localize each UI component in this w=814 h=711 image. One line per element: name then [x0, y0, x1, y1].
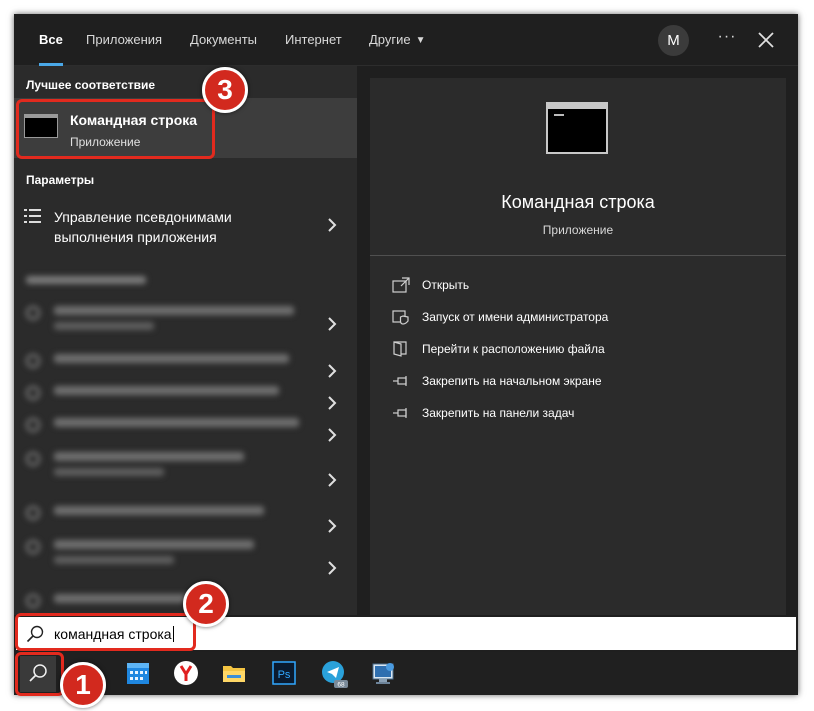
- web-result-row[interactable]: [14, 412, 357, 442]
- action-label: Перейти к расположению файла: [422, 342, 605, 356]
- more-options-button[interactable]: ···: [714, 27, 740, 53]
- tab-other[interactable]: Другие ▼: [369, 14, 426, 66]
- taskbar: Ps 68: [14, 652, 798, 695]
- search-icon: [26, 594, 40, 608]
- settings-heading: Параметры: [26, 173, 95, 187]
- best-match-heading: Лучшее соответствие: [26, 78, 156, 92]
- chevron-right-icon[interactable]: [327, 427, 337, 443]
- tab-documents[interactable]: Документы: [190, 14, 257, 66]
- highlight-best-match: [16, 99, 215, 159]
- web-result-row[interactable]: [14, 300, 357, 330]
- account-avatar[interactable]: M: [658, 25, 689, 56]
- action-open-file-location[interactable]: Перейти к расположению файла: [392, 339, 772, 361]
- step-3-callout: 3: [202, 67, 248, 113]
- svg-text:Ps: Ps: [278, 669, 291, 681]
- search-icon: [26, 386, 40, 400]
- close-icon: [758, 32, 774, 48]
- close-button[interactable]: [754, 28, 778, 52]
- remote-desktop-icon[interactable]: [368, 657, 400, 689]
- search-icon: [26, 452, 40, 466]
- settings-item-label: Управление псевдонимами выполнения прило…: [54, 209, 232, 245]
- open-icon: [392, 277, 410, 293]
- action-open[interactable]: Открыть: [392, 275, 772, 297]
- pin-icon: [393, 376, 407, 386]
- web-result-row[interactable]: [14, 534, 357, 564]
- search-icon: [26, 418, 40, 432]
- calendar-icon[interactable]: [122, 657, 154, 689]
- preview-header: Командная строка Приложение: [370, 78, 786, 256]
- step-2-callout: 2: [183, 581, 229, 627]
- web-result-row[interactable]: [14, 380, 357, 410]
- search-icon: [26, 354, 40, 368]
- chevron-right-icon[interactable]: [327, 560, 337, 576]
- tab-apps[interactable]: Приложения: [86, 14, 162, 66]
- tab-internet[interactable]: Интернет: [285, 14, 342, 66]
- search-icon: [26, 306, 40, 320]
- action-label: Открыть: [422, 278, 470, 292]
- pin-icon: [393, 408, 407, 418]
- action-label: Запуск от имени администратора: [422, 310, 609, 324]
- chevron-right-icon[interactable]: [327, 217, 337, 233]
- caret-down-icon: ▼: [415, 35, 426, 46]
- photoshop-icon[interactable]: Ps: [268, 657, 300, 689]
- action-label: Закрепить на начальном экране: [422, 374, 602, 388]
- chevron-right-icon[interactable]: [327, 316, 337, 332]
- cmd-icon: [546, 102, 608, 154]
- tab-other-label: Другие: [369, 32, 411, 47]
- web-results-heading: [26, 276, 146, 284]
- step-1-callout: 1: [60, 662, 106, 708]
- telegram-unread-badge: 68: [337, 682, 345, 689]
- folder-icon: [393, 341, 407, 357]
- telegram-icon[interactable]: 68: [318, 657, 350, 689]
- search-icon: [26, 506, 40, 520]
- chevron-right-icon[interactable]: [327, 363, 337, 379]
- web-result-row[interactable]: [14, 446, 357, 476]
- highlight-search-box: [15, 613, 196, 651]
- web-result-row[interactable]: [14, 500, 357, 530]
- action-run-as-admin[interactable]: Запуск от имени администратора: [392, 307, 772, 329]
- search-tab-bar: Все Приложения Документы Интернет Другие…: [14, 14, 798, 66]
- chevron-right-icon[interactable]: [327, 518, 337, 534]
- shield-icon: [392, 310, 409, 325]
- web-result-row[interactable]: [14, 348, 357, 378]
- settings-item-app-aliases[interactable]: Управление псевдонимами выполнения прило…: [14, 204, 357, 250]
- tab-all[interactable]: Все: [39, 14, 63, 66]
- action-label: Закрепить на панели задач: [422, 406, 575, 420]
- action-pin-to-start[interactable]: Закрепить на начальном экране: [392, 371, 772, 393]
- highlight-search-button: [15, 652, 64, 696]
- preview-subtitle: Приложение: [542, 223, 614, 237]
- preview-title: Командная строка: [501, 192, 655, 212]
- list-icon: [24, 209, 41, 223]
- chevron-right-icon[interactable]: [327, 395, 337, 411]
- chevron-right-icon[interactable]: [327, 472, 337, 488]
- search-icon: [26, 540, 40, 554]
- yandex-browser-icon[interactable]: [170, 657, 202, 689]
- preview-panel: Командная строка Приложение Открыть Запу…: [370, 78, 786, 615]
- file-explorer-icon[interactable]: [218, 657, 250, 689]
- action-pin-to-taskbar[interactable]: Закрепить на панели задач: [392, 403, 772, 425]
